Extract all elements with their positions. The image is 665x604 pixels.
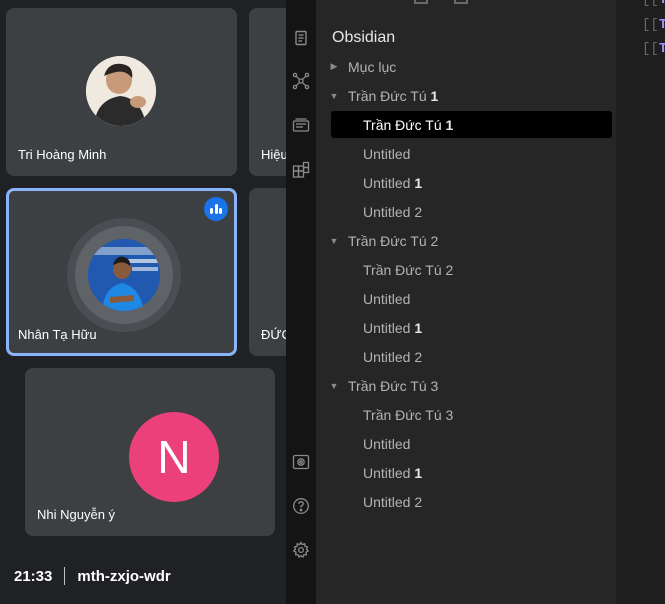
- vault-title: Obsidian: [332, 29, 396, 46]
- tree-item-label: Untitled 2: [363, 493, 423, 510]
- chevron-down-icon[interactable]: ▼: [329, 236, 339, 246]
- kanban-icon[interactable]: [291, 160, 311, 180]
- tree-item-label: Untitled: [363, 435, 411, 452]
- folder-item[interactable]: ▼ Trần Đức Tú 1: [316, 82, 616, 109]
- wikilink[interactable]: Tr: [659, 41, 665, 57]
- participant-name: Nhân Tạ Hữu: [18, 327, 97, 342]
- file-item[interactable]: Untitled 2: [316, 198, 616, 225]
- meeting-info: 21:33 mth-zxjo-wdr: [14, 567, 171, 585]
- file-item[interactable]: Untitled: [316, 430, 616, 457]
- participant-tile[interactable]: N Nhi Nguyễn ý: [25, 368, 275, 536]
- file-item[interactable]: Trần Đức Tú 1: [331, 111, 612, 138]
- chevron-right-icon[interactable]: ▶: [329, 61, 339, 72]
- tree-item-label: Untitled 1: [363, 464, 423, 481]
- wikilink[interactable]: Tr: [659, 0, 665, 8]
- file-item[interactable]: Untitled: [316, 140, 616, 167]
- tree-item-label: Trần Đức Tú 2: [348, 232, 439, 249]
- file-item[interactable]: Untitled 1: [316, 459, 616, 486]
- file-item[interactable]: Untitled 2: [316, 343, 616, 370]
- wikilink[interactable]: Tr: [659, 17, 665, 33]
- tree-item-label: Mục lục: [348, 58, 397, 75]
- participant-name: Tri Hoàng Minh: [18, 147, 107, 162]
- tree-item-label: Trần Đức Tú 3: [348, 377, 439, 394]
- editor-line: [[Tr: [642, 0, 665, 8]
- graph-icon[interactable]: [291, 71, 311, 91]
- file-item[interactable]: Untitled: [316, 285, 616, 312]
- editor-line: [[Tr: [642, 17, 665, 33]
- publish-icon[interactable]: [291, 452, 311, 472]
- tree-item-label: Trần Đức Tú 1: [363, 116, 454, 133]
- file-item[interactable]: Untitled 1: [316, 314, 616, 341]
- chevron-down-icon[interactable]: ▼: [329, 91, 339, 101]
- participant-name: Nhi Nguyễn ý: [37, 507, 116, 522]
- file-item[interactable]: Untitled 1: [316, 169, 616, 196]
- sort-icon[interactable]: [500, 0, 510, 4]
- participant-letter-avatar: N: [129, 412, 219, 502]
- participant-tile-speaking[interactable]: Nhân Tạ Hữu: [6, 188, 237, 356]
- slides-icon[interactable]: [291, 115, 311, 135]
- settings-icon[interactable]: [291, 540, 311, 560]
- tree-item-label: Untitled: [363, 290, 411, 307]
- tree-item-label: Untitled: [363, 145, 411, 162]
- help-icon[interactable]: [291, 496, 311, 516]
- participant-tile[interactable]: ĐỨC: [249, 188, 286, 356]
- new-note-icon[interactable]: [414, 0, 428, 4]
- tree-item-label: Untitled 2: [363, 348, 423, 365]
- tree-item-label: Untitled 1: [363, 319, 423, 336]
- meeting-time: 21:33: [14, 567, 53, 585]
- files-icon[interactable]: [291, 28, 311, 48]
- file-item[interactable]: Trần Đức Tú 2: [316, 256, 616, 283]
- folder-item[interactable]: ▶ Mục lục: [316, 53, 616, 80]
- tree-item-label: Untitled 1: [363, 174, 423, 191]
- file-explorer: Obsidian ▶ Mục lục ▼ Trần Đức Tú 1 Trần Đức …: [316, 0, 616, 604]
- participant-avatar: [86, 56, 156, 126]
- participant-tile[interactable]: Tri Hoàng Minh: [6, 8, 237, 176]
- tree-item-label: Trần Đức Tú 2: [363, 261, 454, 278]
- file-item[interactable]: Trần Đức Tú 3: [316, 401, 616, 428]
- ribbon: [286, 0, 316, 604]
- tree-item-label: Trần Đức Tú 1: [348, 87, 439, 104]
- chevron-down-icon[interactable]: ▼: [329, 381, 339, 391]
- meeting-code: mth-zxjo-wdr: [77, 567, 171, 585]
- editor-line: [[Tr: [642, 41, 665, 57]
- participant-avatar: [88, 239, 160, 311]
- participant-name: Hiệu: [261, 147, 286, 162]
- file-item[interactable]: Untitled 2: [316, 488, 616, 515]
- participant-name: ĐỨC: [261, 327, 286, 342]
- editor-pane[interactable]: [[Tr [[Tr [[Tr: [616, 0, 665, 604]
- folder-item[interactable]: ▼ Trần Đức Tú 3: [316, 372, 616, 399]
- meet-panel: Tri Hoàng Minh Hiệu Nhân Tạ Hữu ĐỨ N Nhi…: [0, 0, 286, 604]
- folder-item[interactable]: ▼ Trần Đức Tú 2: [316, 227, 616, 254]
- tree-item-label: Untitled 2: [363, 203, 423, 220]
- new-folder-icon[interactable]: [454, 0, 468, 4]
- participant-tile[interactable]: Hiệu: [249, 8, 286, 176]
- speaking-indicator-icon: [204, 197, 228, 221]
- tree-item-label: Trần Đức Tú 3: [363, 406, 454, 423]
- divider: [64, 567, 66, 585]
